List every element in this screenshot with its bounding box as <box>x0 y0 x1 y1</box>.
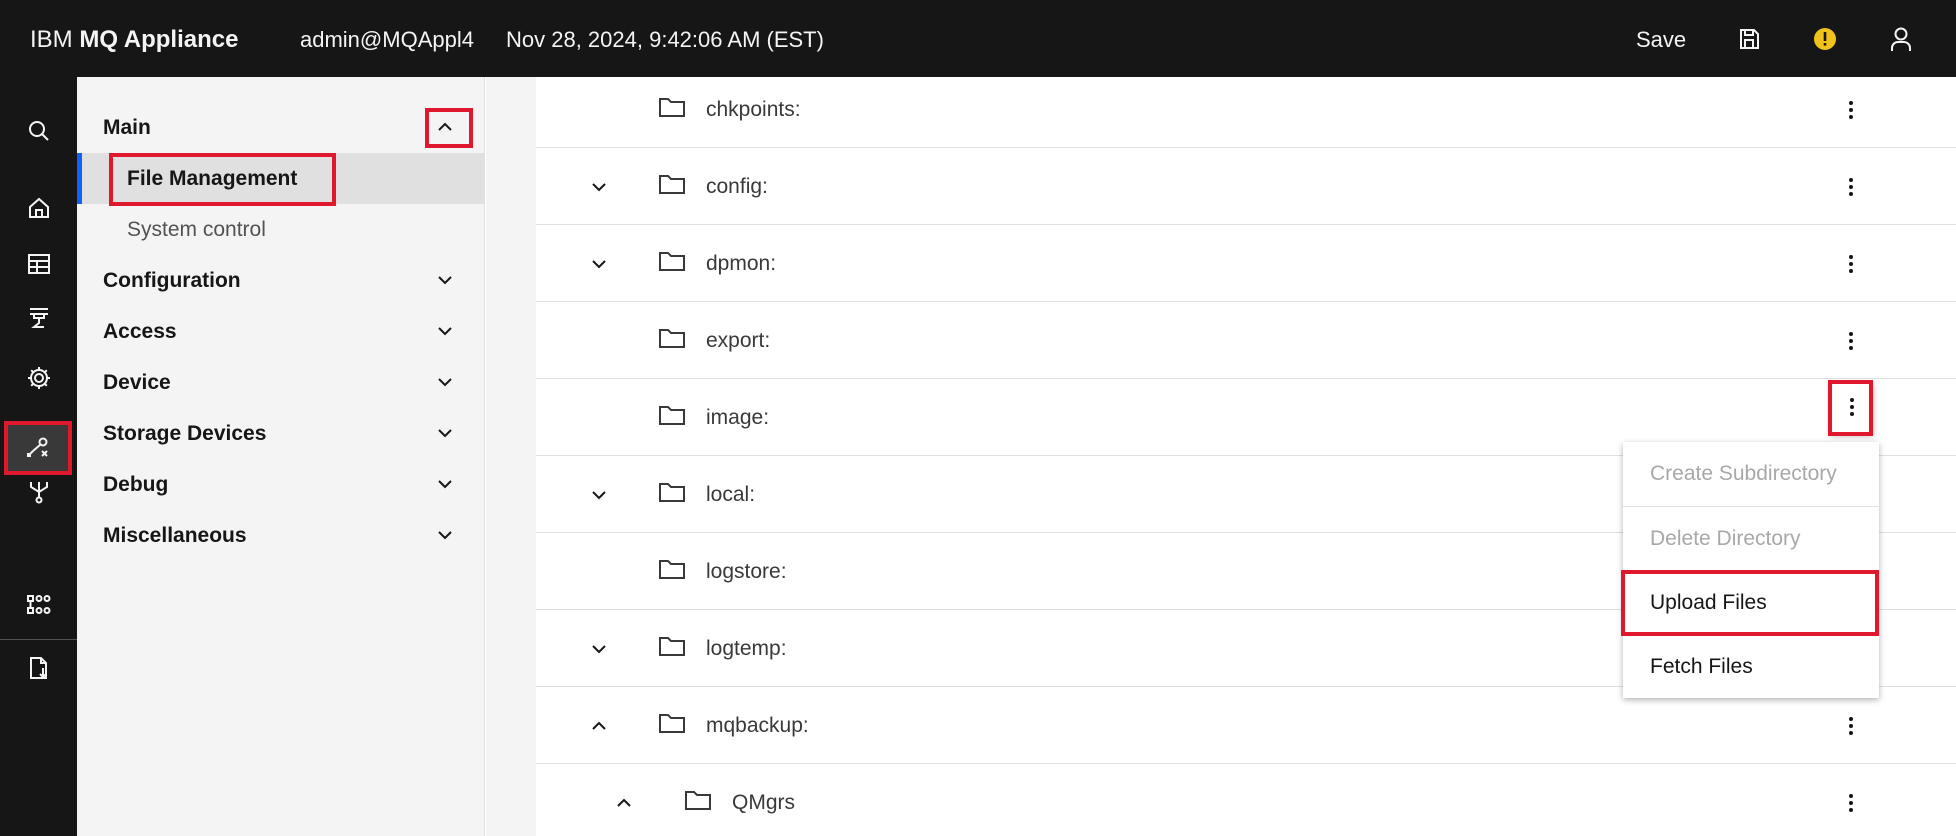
directory-name: logtemp: <box>706 637 787 660</box>
nav-section-configuration[interactable]: Configuration <box>77 255 485 306</box>
directory-row[interactable]: QMgrs <box>536 764 1956 836</box>
folder-icon <box>658 95 686 119</box>
directory-name: logstore: <box>706 560 787 583</box>
chevron-down-icon[interactable] <box>586 636 612 662</box>
chevron-down-icon <box>433 523 457 547</box>
folder-icon <box>658 172 686 196</box>
nav-section-main[interactable]: Main <box>77 102 485 153</box>
chevron-down-icon <box>433 472 457 496</box>
queue-manager-icon[interactable] <box>22 301 56 335</box>
overflow-menu-icon[interactable] <box>1834 170 1868 204</box>
directory-name: local: <box>706 483 756 506</box>
file-tools-icon[interactable] <box>4 421 72 475</box>
nav-section-label: Main <box>103 116 151 139</box>
overflow-menu-icon[interactable] <box>1834 247 1868 281</box>
nav-section-label: Device <box>103 371 171 394</box>
top-header: IBM MQ Appliance admin@MQAppl4 Nov 28, 2… <box>0 0 1956 77</box>
datetime: Nov 28, 2024, 9:42:06 AM (EST) <box>506 27 824 52</box>
table-icon[interactable] <box>22 247 56 281</box>
nav-section-label: Storage Devices <box>103 422 267 445</box>
chevron-down-icon[interactable] <box>586 251 612 277</box>
directory-row[interactable]: export: <box>536 302 1956 379</box>
folder-icon <box>658 249 686 273</box>
icon-rail <box>0 77 77 836</box>
rail-divider <box>0 639 77 640</box>
folder-icon <box>658 711 686 735</box>
menu-item-fetch-files[interactable]: Fetch Files <box>1623 634 1879 698</box>
directory-name: image: <box>706 406 770 429</box>
export-file-icon[interactable] <box>22 651 56 685</box>
brand-prefix: IBM <box>30 26 80 53</box>
user-icon[interactable] <box>1886 24 1916 54</box>
nav-section-device[interactable]: Device <box>77 357 485 408</box>
chevron-down-icon <box>433 268 457 292</box>
overflow-menu-icon[interactable] <box>1834 93 1868 127</box>
folder-icon <box>658 480 686 504</box>
panel-gutter <box>486 77 536 836</box>
nav-section-label: Access <box>103 320 177 343</box>
folder-icon <box>658 557 686 581</box>
user-name: admin@MQAppl4 <box>300 27 474 52</box>
menu-item-create-subdirectory[interactable]: Create Subdirectory <box>1623 442 1879 506</box>
search-icon[interactable] <box>22 114 56 148</box>
highlight-upload-files <box>1621 570 1879 636</box>
folder-icon <box>658 634 686 658</box>
nav-section-label: Debug <box>103 473 169 496</box>
chevron-down-icon[interactable] <box>586 174 612 200</box>
chevron-up-icon[interactable] <box>611 790 637 816</box>
app-brand[interactable]: IBM MQ Appliance <box>30 0 238 77</box>
overflow-menu-icon[interactable] <box>1834 786 1868 820</box>
network-icon[interactable] <box>22 474 56 508</box>
directory-row[interactable]: dpmon: <box>536 225 1956 302</box>
home-icon[interactable] <box>22 191 56 225</box>
directory-name: mqbackup: <box>706 714 809 737</box>
chevron-down-icon[interactable] <box>586 482 612 508</box>
nav-item-system-control[interactable]: System control <box>77 204 485 255</box>
highlight-file-management <box>109 153 336 206</box>
folder-icon <box>684 788 712 812</box>
directory-name: dpmon: <box>706 252 777 275</box>
overflow-menu-icon[interactable] <box>1834 324 1868 358</box>
nav-section-storage-devices[interactable]: Storage Devices <box>77 408 485 459</box>
menu-item-delete-directory[interactable]: Delete Directory <box>1623 506 1879 570</box>
nav-section-debug[interactable]: Debug <box>77 459 485 510</box>
nav-item-label: System control <box>127 218 266 241</box>
directory-row[interactable]: chkpoints: <box>536 71 1956 148</box>
highlight-collapse-main <box>425 108 473 148</box>
save-button[interactable]: Save <box>1636 0 1686 80</box>
overflow-menu-icon[interactable] <box>1834 709 1868 743</box>
directory-name: config: <box>706 175 768 198</box>
notification-warning-icon[interactable] <box>1810 24 1840 54</box>
nav-section-label: Configuration <box>103 269 241 292</box>
folder-icon <box>658 326 686 350</box>
services-icon[interactable] <box>22 588 56 622</box>
settings-icon[interactable] <box>22 361 56 395</box>
chevron-down-icon <box>433 370 457 394</box>
directory-name: export: <box>706 329 771 352</box>
nav-section-label: Miscellaneous <box>103 524 247 547</box>
folder-icon <box>658 403 686 427</box>
save-icon[interactable] <box>1734 24 1764 54</box>
directory-name: QMgrs <box>732 791 795 814</box>
nav-section-access[interactable]: Access <box>77 306 485 357</box>
chevron-down-icon <box>433 319 457 343</box>
brand-name: MQ Appliance <box>79 26 239 53</box>
directory-row[interactable]: config: <box>536 148 1956 225</box>
directory-name: chkpoints: <box>706 98 801 121</box>
chevron-down-icon <box>433 421 457 445</box>
highlight-overflow-button <box>1828 380 1873 436</box>
side-navigation: Main File Management System control Conf… <box>77 77 485 836</box>
chevron-up-icon[interactable] <box>586 713 612 739</box>
nav-section-miscellaneous[interactable]: Miscellaneous <box>77 510 485 561</box>
